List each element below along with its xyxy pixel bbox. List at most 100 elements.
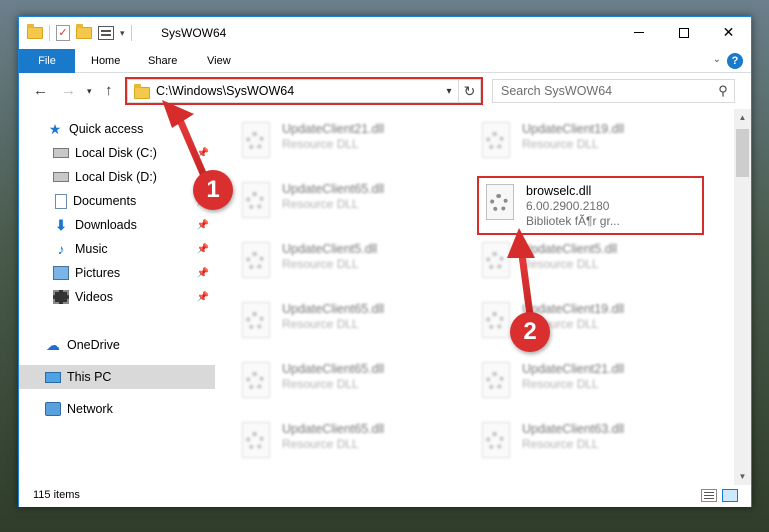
up-arrow-icon[interactable]: ↑ xyxy=(105,82,113,99)
sidebar-item-label: Videos xyxy=(75,290,113,304)
annotation-marker-1: 1 xyxy=(193,170,233,210)
search-box[interactable]: ⚲ xyxy=(492,79,735,103)
address-dropdown-icon[interactable]: ▾ xyxy=(440,86,458,97)
sidebar-item-label: Local Disk (D:) xyxy=(75,170,157,184)
tab-file[interactable]: File xyxy=(19,49,75,73)
star-icon: ★ xyxy=(48,121,62,137)
scrollbar-thumb[interactable] xyxy=(736,129,749,177)
back-arrow-icon[interactable]: ← xyxy=(33,82,48,99)
maximize-button[interactable] xyxy=(661,17,706,48)
properties-check-icon[interactable]: ✓ xyxy=(56,25,70,41)
list-item[interactable]: UpdateClient63.dll Resource DLL xyxy=(478,419,698,469)
cloud-icon: ☁ xyxy=(46,337,60,353)
sidebar-item-videos[interactable]: Videos 📌 xyxy=(19,285,215,309)
sidebar-item-label: Network xyxy=(67,402,113,416)
pictures-icon xyxy=(53,266,69,280)
address-bar[interactable]: C:\Windows\SysWOW64 ▾ ↻ xyxy=(125,77,483,105)
window-title: SysWOW64 xyxy=(161,26,227,40)
sidebar-item-this-pc[interactable]: This PC xyxy=(19,365,215,389)
sidebar-item-pictures[interactable]: Pictures 📌 xyxy=(19,261,215,285)
list-item[interactable]: UpdateClient65.dll Resource DLL xyxy=(238,359,458,409)
address-path[interactable]: C:\Windows\SysWOW64 xyxy=(156,84,440,98)
sidebar-item-music[interactable]: ♪ Music 📌 xyxy=(19,237,215,261)
ribbon-tabs: File Home Share View ⌄ ? xyxy=(19,49,751,73)
file-type: Resource DLL xyxy=(522,377,599,391)
sidebar-item-onedrive[interactable]: ☁ OneDrive xyxy=(19,333,215,357)
dll-file-icon xyxy=(238,422,274,466)
scroll-down-icon[interactable]: ▼ xyxy=(734,468,751,485)
file-type: Resource DLL xyxy=(522,257,599,271)
details-view-icon[interactable] xyxy=(701,489,717,502)
forward-arrow-icon[interactable]: → xyxy=(61,82,76,99)
sidebar-item-network[interactable]: Network xyxy=(19,397,215,421)
pin-icon[interactable]: 📌 xyxy=(197,220,209,231)
pin-icon[interactable]: 📌 xyxy=(197,268,209,279)
pin-icon[interactable]: 📌 xyxy=(197,292,209,303)
dll-file-icon xyxy=(238,362,274,406)
file-list: UpdateClient21.dll Resource DLL UpdateCli… xyxy=(216,109,734,485)
tab-share[interactable]: Share xyxy=(136,49,189,73)
file-type: Resource DLL xyxy=(522,437,599,451)
sidebar-item-label: OneDrive xyxy=(67,338,120,352)
refresh-icon[interactable]: ↻ xyxy=(458,80,480,102)
list-item[interactable]: UpdateClient65.dll Resource DLL xyxy=(238,179,458,229)
file-type: Resource DLL xyxy=(282,197,359,211)
sidebar-item-downloads[interactable]: ⬇ Downloads 📌 xyxy=(19,213,215,237)
window-controls: ✕ xyxy=(616,17,751,48)
minimize-icon xyxy=(633,32,644,33)
tab-view[interactable]: View xyxy=(195,49,243,73)
navigation-pane: ★ Quick access Local Disk (C:) 📌 Local D… xyxy=(19,109,215,485)
list-item[interactable]: UpdateClient5.dll Resource DLL xyxy=(478,239,698,289)
new-folder-icon[interactable] xyxy=(76,24,92,39)
file-type: Resource DLL xyxy=(282,377,359,391)
list-item[interactable]: UpdateClient5.dll Resource DLL xyxy=(238,239,458,289)
highlight-box xyxy=(477,176,704,235)
help-icon[interactable]: ? xyxy=(727,53,743,69)
search-icon[interactable]: ⚲ xyxy=(712,83,734,99)
sidebar-item-local-disk-c[interactable]: Local Disk (C:) 📌 xyxy=(19,141,215,165)
dll-file-icon xyxy=(238,122,274,166)
file-name: UpdateClient21.dll xyxy=(522,362,625,376)
vertical-scrollbar[interactable]: ▲ ▼ xyxy=(734,109,751,485)
toolbar-separator xyxy=(130,25,132,41)
sidebar-item-label: Quick access xyxy=(69,122,144,136)
list-item[interactable]: UpdateClient21.dll Resource DLL xyxy=(238,119,458,169)
close-button[interactable]: ✕ xyxy=(706,17,751,48)
file-type: Resource DLL xyxy=(522,137,599,151)
sidebar-item-label: Pictures xyxy=(75,266,121,280)
file-type: Resource DLL xyxy=(282,257,359,271)
sidebar-item-documents[interactable]: Documents 📌 xyxy=(19,189,215,213)
list-item[interactable]: UpdateClient21.dll Resource DLL xyxy=(478,359,698,409)
navigation-bar: ← → ▾ ↑ C:\Windows\SysWOW64 ▾ ↻ ⚲ xyxy=(19,74,751,108)
sidebar-item-quick-access[interactable]: ★ Quick access xyxy=(19,117,215,141)
sidebar-item-label: Documents xyxy=(73,194,137,208)
pin-icon[interactable]: 📌 xyxy=(197,244,209,255)
dll-file-icon xyxy=(478,122,514,166)
sidebar-item-label: Local Disk (C:) xyxy=(75,146,157,160)
tab-home[interactable]: Home xyxy=(79,49,132,73)
large-icons-view-icon[interactable] xyxy=(722,489,738,502)
dll-file-icon xyxy=(478,422,514,466)
recent-locations-icon[interactable]: ▾ xyxy=(87,86,92,97)
customize-toolbar-icon[interactable]: ▾ xyxy=(120,28,125,39)
pin-icon[interactable]: 📌 xyxy=(197,148,209,159)
expand-ribbon-icon[interactable]: ⌄ xyxy=(713,54,721,65)
annotation-marker-2: 2 xyxy=(510,312,550,352)
file-name: UpdateClient19.dll xyxy=(522,122,625,136)
sidebar-item-local-disk-d[interactable]: Local Disk (D:) xyxy=(19,165,215,189)
file-type: Resource DLL xyxy=(282,137,359,151)
network-icon xyxy=(45,402,61,416)
properties-icon[interactable] xyxy=(98,26,114,40)
search-input[interactable] xyxy=(493,84,712,98)
minimize-button[interactable] xyxy=(616,17,661,48)
dll-file-icon xyxy=(238,302,274,346)
file-name: UpdateClient5.dll xyxy=(282,242,378,256)
file-name: UpdateClient5.dll xyxy=(522,242,618,256)
list-item[interactable]: UpdateClient19.dll Resource DLL xyxy=(478,119,698,169)
scroll-up-icon[interactable]: ▲ xyxy=(734,109,751,126)
dll-file-icon xyxy=(478,362,514,406)
list-item[interactable]: UpdateClient65.dll Resource DLL xyxy=(238,419,458,469)
list-item[interactable]: UpdateClient65.dll Resource DLL xyxy=(238,299,458,349)
file-explorer-window: ✓ ▾ SysWOW64 ✕ File Home Share View ⌄ ? … xyxy=(18,16,752,507)
dll-file-icon xyxy=(238,242,274,286)
